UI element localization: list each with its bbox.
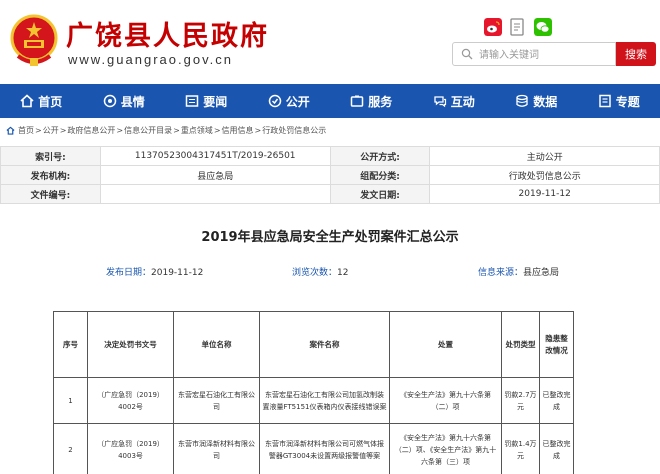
cell-case: 东营宏星石油化工有限公司加氢改制装置液量FT5151仪表箱内仪表接线错误案 — [259, 377, 390, 424]
views-label: 浏览次数： — [292, 268, 338, 278]
nav-label: 首页 — [38, 94, 63, 109]
mode-label: 公开方式: — [329, 146, 431, 166]
index-label: 索引号: — [0, 146, 101, 166]
col-header: 隐患整改情况 — [539, 311, 574, 378]
nav-label: 服务 — [368, 94, 393, 109]
category-label: 组配分类: — [329, 165, 431, 185]
cell-no: 1 — [53, 377, 88, 424]
breadcrumb-item[interactable]: 公开 — [43, 125, 59, 136]
news-icon — [185, 95, 199, 107]
nav-item-county[interactable]: 县情 — [83, 84, 166, 118]
wechat-icon[interactable] — [534, 18, 552, 36]
nav-item-data[interactable]: 数据 — [495, 84, 578, 118]
cell-unit: 东营宏星石油化工有限公司 — [173, 377, 260, 424]
interact-icon — [434, 96, 446, 108]
cell-action: 《安全生产法》第九十六条第（二）项、《安全生产法》第九十六条第（三）项 — [389, 423, 502, 474]
document-info-table: 索引号: 11370523004317451T/2019-26501 公开方式:… — [0, 146, 660, 204]
document-icon[interactable] — [508, 18, 526, 36]
mode-value: 主动公开 — [429, 146, 660, 166]
col-header: 处罚类型 — [501, 311, 540, 378]
main-nav: 首页 县情 要闻 公开 服务 互动 数据 专题 — [0, 84, 660, 118]
breadcrumb-item[interactable]: 信息公开目录 — [124, 125, 172, 136]
topic-icon — [598, 94, 611, 108]
nav-item-home[interactable]: 首页 — [0, 84, 83, 118]
cell-doc: （广应急罚（2019）4002号 — [87, 377, 174, 424]
cell-unit: 东营市润泽新材料有限公司 — [173, 423, 260, 474]
col-header: 处置 — [389, 311, 502, 378]
service-icon — [350, 95, 364, 107]
index-value: 11370523004317451T/2019-26501 — [99, 146, 331, 166]
breadcrumb-home-icon — [6, 126, 15, 135]
nav-label: 数据 — [533, 94, 558, 109]
cell-case: 东营市润泽新材料有限公司可燃气体报警器GT3004未设置两级报警值等案 — [259, 423, 390, 474]
table-header-row: 序号 决定处罚书文号 单位名称 案件名称 处置 处罚类型 隐患整改情况 — [53, 311, 574, 378]
site-url: www.guangrao.gov.cn — [68, 52, 233, 67]
cell-type: 罚款1.4万元 — [501, 423, 540, 474]
article-title: 2019年县应急局安全生产处罚案件汇总公示 — [201, 230, 459, 245]
cell-type: 罚款2.7万元 — [501, 377, 540, 424]
penalty-cases-table: 序号 决定处罚书文号 单位名称 案件名称 处置 处罚类型 隐患整改情况 1 （广… — [53, 311, 574, 474]
col-header: 案件名称 — [259, 311, 390, 378]
nav-item-news[interactable]: 要闻 — [165, 84, 248, 118]
nav-label: 县情 — [120, 94, 145, 109]
publish-date: 发布日期：2019-11-12 — [106, 265, 203, 278]
cell-fix: 已整改完成 — [539, 377, 574, 424]
info-source: 信息来源：县应急局 — [478, 265, 559, 278]
nav-item-topic[interactable]: 专题 — [578, 84, 660, 118]
search-button[interactable]: 搜索 — [616, 42, 656, 66]
col-header: 单位名称 — [173, 311, 260, 378]
docno-label: 文件编号: — [0, 184, 101, 204]
views-value: 12 — [337, 268, 349, 278]
search-icon — [461, 48, 473, 60]
open-icon — [268, 94, 281, 108]
nav-label: 专题 — [615, 94, 640, 109]
breadcrumb-item[interactable]: 行政处罚信息公示 — [262, 125, 326, 136]
home-icon — [20, 94, 34, 108]
nav-label: 互动 — [450, 94, 475, 109]
issuer-value: 县应急局 — [99, 165, 331, 185]
weibo-icon[interactable] — [484, 18, 502, 36]
col-header: 决定处罚书文号 — [87, 311, 174, 378]
breadcrumb-item[interactable]: 政府信息公开 — [67, 125, 115, 136]
site-header: 广饶县人民政府 www.guangrao.gov.cn 搜索 — [0, 0, 660, 84]
nav-label: 要闻 — [203, 94, 228, 109]
site-title: 广饶县人民政府 — [66, 21, 269, 52]
national-emblem-icon — [10, 14, 58, 66]
nav-item-open[interactable]: 公开 — [248, 84, 331, 118]
date-value: 2019-11-12 — [429, 184, 660, 204]
breadcrumb-item[interactable]: 首页 — [18, 125, 34, 136]
nav-label: 公开 — [285, 94, 310, 109]
nav-item-service[interactable]: 服务 — [330, 84, 413, 118]
breadcrumb: 首页 > 公开 > 政府信息公开 > 信息公开目录 > 重点领域 > 信用信息 > 行政处罚… — [0, 122, 660, 138]
table-row: 1 （广应急罚（2019）4002号 东营宏星石油化工有限公司 东营宏星石油化工… — [53, 377, 574, 424]
publish-value: 2019-11-12 — [151, 268, 204, 278]
county-icon — [103, 94, 116, 108]
cell-doc: （广应急罚（2019）4003号 — [87, 423, 174, 474]
source-value: 县应急局 — [523, 268, 560, 278]
breadcrumb-item[interactable]: 重点领域 — [181, 125, 213, 136]
category-value: 行政处罚信息公示 — [429, 165, 660, 185]
cell-no: 2 — [53, 423, 88, 474]
search-box — [452, 42, 616, 66]
cell-action: 《安全生产法》第九十六条第（二）项 — [389, 377, 502, 424]
publish-label: 发布日期： — [106, 268, 152, 278]
search-input[interactable] — [479, 47, 611, 63]
view-count: 浏览次数：12 — [292, 265, 348, 278]
table-row: 2 （广应急罚（2019）4003号 东营市润泽新材料有限公司 东营市润泽新材料… — [53, 423, 574, 474]
date-label: 发文日期: — [329, 184, 431, 204]
issuer-label: 发布机构: — [0, 165, 101, 185]
source-label: 信息来源： — [478, 268, 524, 278]
breadcrumb-item[interactable]: 信用信息 — [222, 125, 254, 136]
docno-value — [99, 184, 331, 204]
nav-item-interact[interactable]: 互动 — [413, 84, 496, 118]
col-header: 序号 — [53, 311, 88, 378]
cell-fix: 已整改完成 — [539, 423, 574, 474]
data-icon — [516, 94, 528, 107]
